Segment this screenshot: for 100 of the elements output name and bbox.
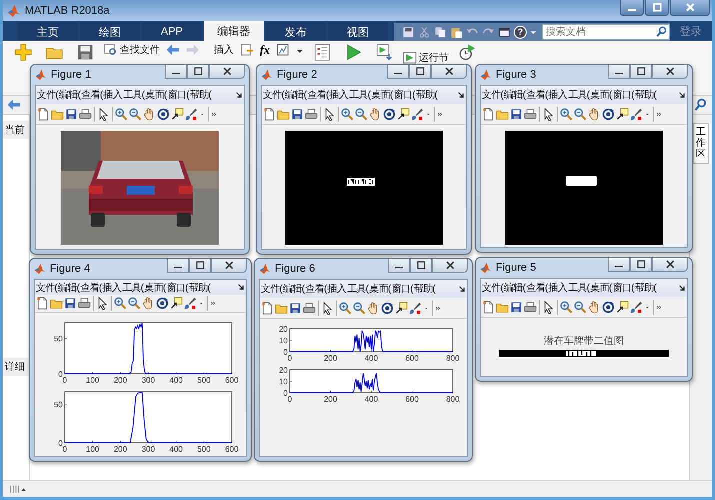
menu-item[interactable]: 工具( [349, 88, 371, 102]
axis-tick-label: 600 [406, 354, 419, 363]
panel-header: 详细 [3, 358, 29, 376]
axis-tick-label: 10 [279, 336, 288, 346]
axis-tick-label: 800 [446, 354, 460, 363]
window-title: Figure 1 [51, 69, 92, 81]
help-button[interactable]: ? [514, 26, 527, 38]
menu-item[interactable]: 窗口( [394, 88, 416, 102]
menu-item[interactable]: 桌面( [370, 282, 391, 296]
ribbon-tab[interactable]: APP [142, 23, 202, 41]
menu-item[interactable]: 查看( [307, 88, 329, 102]
axis-tick-label: 500 [197, 376, 211, 385]
menu-item[interactable]: 桌面( [590, 281, 612, 295]
axis-tick-label: 800 [446, 395, 460, 404]
menu-item[interactable]: 插入 [548, 88, 568, 102]
menu-item[interactable]: 窗口( [168, 88, 190, 102]
window-title: Figure 3 [496, 69, 536, 81]
menu-item[interactable]: 窗口( [612, 88, 634, 102]
menu-item[interactable]: 窗口( [392, 282, 414, 296]
search-field[interactable]: 搜索文档 [542, 24, 670, 40]
run-section-button[interactable]: 运行节 [419, 51, 449, 65]
axis-tick-label: 0 [58, 370, 63, 379]
axis-tick-label: 0 [284, 389, 288, 398]
axis-tick-label: 10 [279, 378, 288, 386]
window-title: Figure 6 [275, 263, 316, 275]
window-title: Figure 2 [277, 69, 318, 81]
menu-item[interactable]: 查看( [526, 88, 548, 102]
menu-item[interactable]: 帮助( [416, 88, 438, 102]
menu-item[interactable]: 帮助( [635, 281, 656, 295]
plot-title: 潜在车牌带二值图 [544, 334, 624, 348]
axis-tick-label: 400 [170, 445, 184, 454]
axis-tick-label: 600 [225, 445, 239, 454]
menu-item[interactable]: 插入 [328, 282, 346, 296]
window-title: Figure 5 [496, 262, 536, 274]
menu-item[interactable]: 插入 [102, 280, 122, 295]
menu-item[interactable]: 桌面( [372, 88, 393, 102]
menu-item[interactable]: 桌面( [590, 88, 612, 102]
menu-item[interactable]: 窗口( [612, 281, 634, 295]
menu-item[interactable]: 工具( [122, 280, 144, 295]
ribbon-tab[interactable]: 视图 [328, 23, 388, 41]
menu-item[interactable]: 帮助( [635, 88, 656, 102]
axis-tick-label: 0 [62, 376, 68, 385]
window-title: MATLAB R2018a [25, 4, 110, 16]
axis-tick-label: 20 [279, 366, 288, 375]
axis-tick-label: 400 [364, 395, 378, 404]
menu-item[interactable]: 编辑( [283, 282, 304, 296]
menu-item[interactable]: 帮助( [190, 88, 212, 102]
menu-item[interactable]: 文件( [261, 282, 282, 296]
axis-tick-label: 200 [324, 354, 338, 363]
insert-button[interactable]: 插入 [214, 43, 234, 57]
ribbon-tab[interactable]: 发布 [266, 23, 326, 41]
axis-tick-label: 0 [62, 445, 68, 454]
menu-item[interactable]: 工具( [568, 88, 590, 102]
axis-tick-label: 300 [142, 376, 156, 385]
ribbon-tab[interactable]: 主页 [18, 23, 78, 41]
workspace-tab[interactable]: 工作区 [693, 123, 709, 164]
menu-item[interactable]: 查看( [81, 88, 103, 102]
sign-in-link[interactable]: 登录 [672, 24, 706, 38]
menu-item[interactable]: 文件( [482, 88, 504, 102]
window-title: Figure 4 [50, 263, 90, 275]
axis-tick-label: 400 [364, 354, 378, 363]
axis-tick-label: 400 [170, 376, 184, 385]
menu-item[interactable]: 文件( [482, 281, 504, 295]
axis-tick-label: 50 [54, 400, 63, 410]
axis-tick-label: 20 [279, 325, 288, 334]
menu-item[interactable]: 工具( [347, 282, 369, 296]
axis-tick-label: 600 [225, 376, 239, 385]
menu-item[interactable]: 窗口( [166, 280, 188, 295]
menu-item[interactable]: 查看( [526, 281, 548, 295]
menu-item[interactable]: 文件( [263, 88, 284, 102]
axis-tick-label: 0 [284, 348, 288, 357]
menu-item[interactable]: 工具( [568, 281, 590, 295]
axis-tick-label: 50 [54, 334, 63, 344]
menu-item[interactable]: 插入 [548, 281, 568, 295]
menu-item[interactable]: 工具( [123, 88, 145, 102]
menu-item[interactable]: 编辑( [285, 88, 306, 102]
axis-tick-label: 200 [324, 395, 338, 404]
axis-tick-label: 500 [197, 445, 211, 454]
menu-item[interactable]: 桌面( [146, 88, 167, 102]
panel-header: 当前 [3, 121, 29, 139]
menu-item[interactable]: 编辑( [58, 280, 80, 295]
menu-item[interactable]: 插入 [330, 88, 348, 102]
axis-tick-label: 600 [406, 395, 419, 404]
ribbon-tab[interactable]: 编辑器 [204, 21, 264, 41]
menu-item[interactable]: 查看( [305, 282, 327, 296]
find-files-button[interactable]: 查找文件 [120, 43, 160, 57]
menu-item[interactable]: 编辑( [59, 88, 80, 102]
menu-item[interactable]: 编辑( [504, 281, 526, 295]
axis-tick-label: 200 [114, 445, 128, 454]
menu-item[interactable]: 桌面( [144, 280, 166, 295]
axis-tick-label: 200 [114, 376, 128, 385]
function-button[interactable]: fx [260, 43, 270, 58]
menu-item[interactable]: 文件( [37, 88, 58, 102]
menu-item[interactable]: 插入 [104, 88, 122, 102]
menu-item[interactable]: 帮助( [189, 280, 210, 295]
menu-item[interactable]: 查看( [80, 280, 102, 295]
menu-item[interactable]: 编辑( [504, 88, 526, 102]
menu-item[interactable]: 帮助( [414, 282, 436, 296]
ribbon-tab[interactable]: 绘图 [80, 23, 140, 41]
menu-item[interactable]: 文件( [36, 280, 58, 295]
